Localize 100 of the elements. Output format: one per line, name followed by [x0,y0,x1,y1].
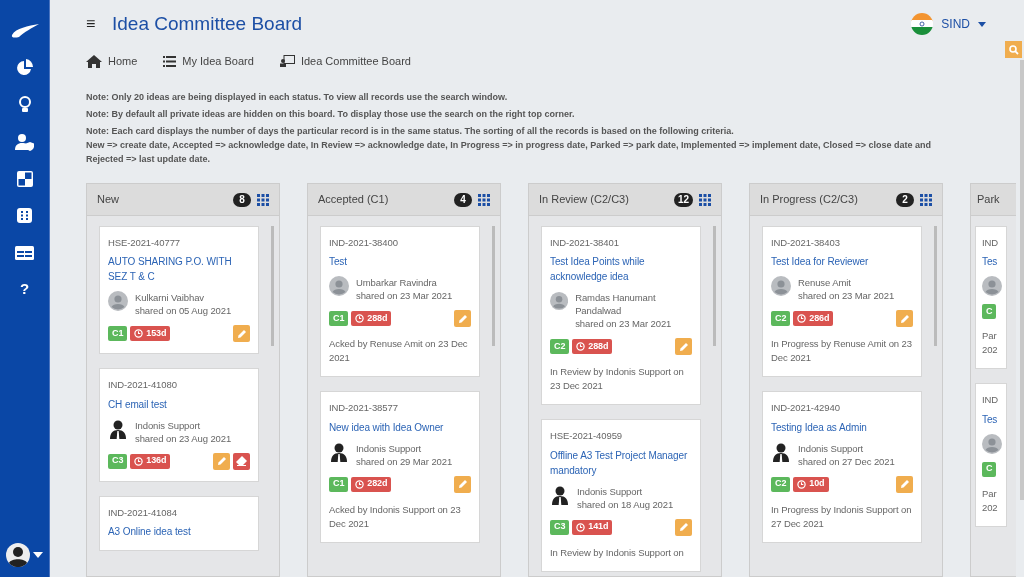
idea-card[interactable]: IND-2021-42940 Testing Idea as Admin Indonis Support shared on 27 Dec 2021 C2 10d In Progress by Indonis Support on 27 Dec 2021 [762,391,922,543]
avatar-icon[interactable] [6,543,30,567]
table-icon[interactable] [15,245,34,260]
idea-title-link[interactable]: CH email test [108,396,250,412]
author-info: Indonis Support shared on 29 Mar 2021 [356,441,453,468]
category-badge: C1 [108,326,128,342]
idea-id: IND-2021-42940 [771,401,841,416]
scrollbar[interactable] [271,226,274,346]
category-badge: C3 [108,453,128,469]
search-icon [1008,44,1019,55]
days-badge: 286d [793,311,834,327]
flag-icon [911,13,934,35]
nav-link[interactable]: Home [86,52,138,70]
lightbulb-icon[interactable] [17,95,32,114]
count-badge: 4 [454,192,472,207]
author-info: Indonis Support shared on 27 Dec 2021 [798,441,895,468]
scrollbar[interactable] [1020,60,1024,500]
idea-card[interactable]: IND-2021-38400 Test Umbarkar Ravindra shared on 23 Mar 2021 C1 288d Acked by Renuse Amit on 23 Dec 2021 [320,226,480,378]
idea-id: IND-2021-38401 [550,236,620,250]
grid-view-icon[interactable] [257,193,269,206]
caret-icon[interactable] [978,21,986,27]
pencil-icon [457,479,468,489]
avatar-icon [982,433,1002,454]
idea-card[interactable]: HSE-2021-40777 AUTO SHARING P.O. WITH SEZ T & C Kulkarni Vaibhav shared on 05 Aug 2021 C1 153d [99,226,259,355]
avatar-icon [108,418,128,439]
avatar-icon [550,291,569,312]
category-badge: C [982,304,997,320]
pencil-icon [678,522,689,532]
idea-card[interactable]: IND Tes C Par 202 [975,383,1007,527]
scrollbar[interactable] [713,226,716,346]
column-title: In Progress (C2/C3) [760,192,858,208]
note-text: Note: Each card displays the number of days the particular record is in the same status. The sorting of all the records is based on the following criteria. New => create date, Accepted => acknowledge date, In Review => acknowledge date, In Progress => in progress date, Parked => park date, Implemented => implement date, Closed => close date and Rejected => last update date. [86,125,932,166]
idea-card[interactable]: IND-2021-41084 A3 Online idea test [99,495,259,551]
nav-link[interactable]: Idea Committee Board [279,52,411,70]
grid-view-icon[interactable] [699,193,711,206]
clock-icon [134,329,144,339]
idea-title-link[interactable]: Test Idea Points while acknowledge idea [550,254,692,285]
idea-card[interactable]: IND-2021-38403 Test Idea for Reviewer Renuse Amit shared on 23 Mar 2021 C2 286d In Progress by Renuse Amit on 23 Dec 2021 [762,226,922,378]
avatar-icon [550,484,570,505]
idea-card[interactable]: IND-2021-38577 New idea with Idea Owner Indonis Support shared on 29 Mar 2021 C1 282d Acked by Indonis Support on 23 Dec 2021 [320,391,480,543]
idea-id: HSE-2021-40777 [108,236,181,250]
user-shield-icon[interactable] [14,132,35,151]
dashboard-icon[interactable] [16,170,33,187]
idea-id: IND-2021-41084 [108,505,178,520]
idea-id: IND-2021-38403 [771,236,841,250]
status-text: In Progress by Indonis Support on 27 Dec 2021 [771,502,913,531]
pencil-icon [678,341,689,352]
note-text: Note: Only 20 ideas are being displayed in each status. To view all records use the search window. [86,91,509,104]
idea-title-link[interactable]: Tes [982,254,1004,270]
pie-chart-icon[interactable] [15,58,34,77]
logo-icon[interactable] [9,23,40,38]
idea-title-link[interactable]: Tes [982,411,1004,427]
column-title: Accepted (C1) [318,192,389,208]
category-badge: C1 [329,476,349,492]
status-text: Acked by Renuse Amit on 23 Dec 2021 [329,337,469,366]
pencil-icon [899,479,910,489]
idea-card[interactable]: IND-2021-38401 Test Idea Points while acknowledge idea Ramdas Hanumant Pandalwad shared on 23 Mar 2021 C2 288d In Review by Indonis Support on 23 Dec 2021 [541,226,701,406]
avatar-icon [108,291,128,312]
idea-card[interactable]: IND Tes C Par 202 [975,226,1007,370]
pencil-icon [899,313,910,324]
scrollbar[interactable] [934,226,937,346]
avatar-icon [329,276,349,297]
idea-id: IND-2021-38400 [329,236,399,250]
idea-title-link[interactable]: Testing Idea as Admin [771,419,913,435]
idea-title-link[interactable]: Test [329,254,471,270]
note-text: Note: By default all private ideas are hidden on this board. To display those use the search on the right top corner. [86,108,576,121]
days-badge: 288d [572,339,613,355]
caret-icon[interactable] [33,552,43,558]
erase-button[interactable] [233,452,250,470]
idea-id: IND [982,393,1000,408]
status-text: In Review by Indonis Support on 23 Dec 2021 [550,365,685,394]
idea-title-link[interactable]: AUTO SHARING P.O. WITH SEZ T & C [108,254,250,285]
category-badge: C2 [771,476,791,492]
menu-icon[interactable]: ≡ [86,12,112,36]
clock-icon [134,456,144,466]
user-name[interactable]: SIND [941,15,970,33]
column-title: New [97,192,119,208]
clock-icon [355,314,365,324]
idea-card[interactable]: IND-2021-41080 CH email test Indonis Support shared on 23 Aug 2021 C3 136d [99,368,259,482]
category-badge: C [982,461,997,477]
scrollbar[interactable] [492,226,495,346]
clock-icon [576,522,586,532]
idea-card[interactable]: HSE-2021-40959 Offline A3 Test Project Manager mandatory Indonis Support shared on 18 Aug 2021 C3 141d In Review by Indonis Support on [541,419,701,572]
clock-icon [797,479,807,489]
idea-title-link[interactable]: New idea with Idea Owner [329,419,471,435]
author-info: Indonis Support shared on 18 Aug 2021 [577,484,674,511]
help-link[interactable]: ? [19,278,30,301]
grid-icon[interactable] [17,208,32,223]
nav-link[interactable]: My Idea Board [163,52,254,70]
grid-view-icon[interactable] [920,193,932,206]
status-text: Par 202 [982,329,999,358]
idea-title-link[interactable]: A3 Online idea test [108,523,250,539]
idea-id: IND-2021-41080 [108,378,178,393]
idea-title-link[interactable]: Offline A3 Test Project Manager mandatory [550,447,692,478]
idea-title-link[interactable]: Test Idea for Reviewer [771,254,913,270]
clock-icon [576,342,586,352]
status-text: Par 202 [982,486,999,515]
list-icon [163,55,177,67]
author-info: Indonis Support shared on 23 Aug 2021 [135,418,232,445]
grid-view-icon[interactable] [478,193,490,206]
